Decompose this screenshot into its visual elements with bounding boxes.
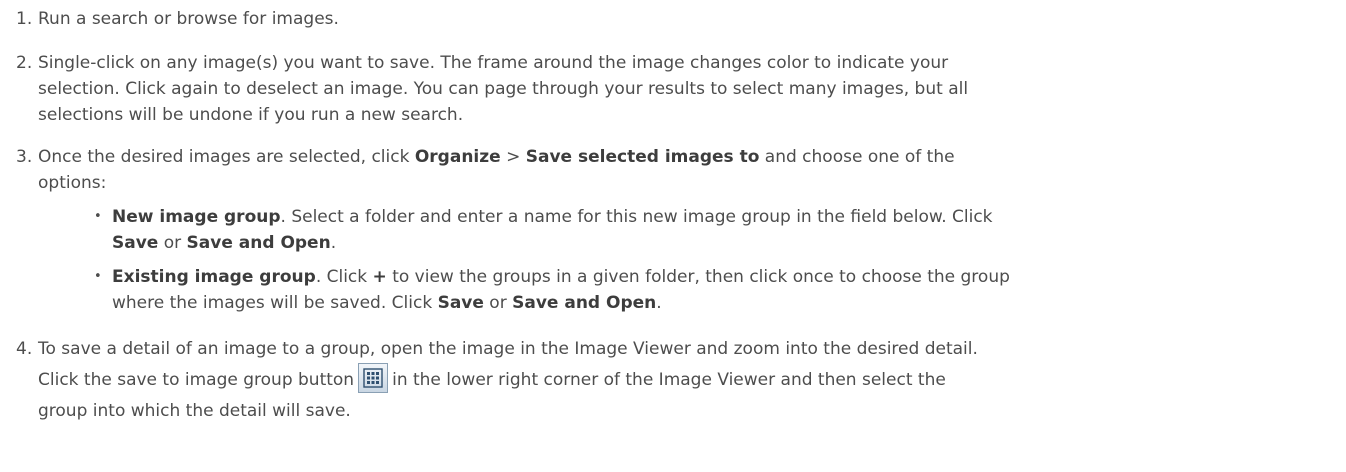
text: . bbox=[656, 293, 662, 313]
bullet-line: Save or Save and Open. bbox=[112, 230, 1332, 256]
option-label: Existing image group bbox=[112, 267, 316, 287]
step-line: selection. Click again to deselect an im… bbox=[38, 79, 969, 99]
save-label: Save bbox=[112, 233, 159, 253]
step-text: Run a search or browse for images. bbox=[38, 6, 1338, 32]
step-line: group into which the detail will save. bbox=[38, 401, 351, 421]
step-number: 3. bbox=[16, 147, 33, 167]
step-number: 4. bbox=[16, 339, 33, 359]
bullet-line: New image group. Select a folder and ent… bbox=[112, 204, 1332, 230]
step-line: Click the save to image group button in … bbox=[38, 362, 1338, 398]
step-line: selections will be undone if you run a n… bbox=[38, 105, 464, 125]
bullet-icon: • bbox=[94, 209, 102, 224]
bullet-text: Existing image group. Click + to view th… bbox=[112, 264, 1332, 316]
grid-icon bbox=[358, 363, 389, 393]
save-label: Save bbox=[437, 293, 484, 313]
text: and choose one of the bbox=[759, 147, 955, 167]
step-line: options: bbox=[38, 173, 107, 193]
text: to view the groups in a given folder, th… bbox=[386, 267, 1010, 287]
step-line: To save a detail of an image to a group,… bbox=[38, 339, 978, 359]
text: Once the desired images are selected, cl… bbox=[38, 147, 415, 167]
step-text: To save a detail of an image to a group,… bbox=[38, 336, 1338, 424]
bullet-icon: • bbox=[94, 269, 102, 284]
save-open-label: Save and Open bbox=[512, 293, 657, 313]
text: . Select a folder and enter a name for t… bbox=[280, 207, 993, 227]
step-number: 2. bbox=[16, 53, 33, 73]
step-line: Run a search or browse for images. bbox=[38, 9, 339, 29]
option-label: New image group bbox=[112, 207, 281, 227]
text: or bbox=[158, 233, 187, 253]
step-text: Once the desired images are selected, cl… bbox=[38, 144, 1338, 196]
step-line: Single-click on any image(s) you want to… bbox=[38, 53, 949, 73]
bullet-line: Existing image group. Click + to view th… bbox=[112, 264, 1332, 290]
step-line: Once the desired images are selected, cl… bbox=[38, 144, 1338, 170]
text: > bbox=[500, 147, 526, 167]
text: or bbox=[483, 293, 513, 313]
save-open-label: Save and Open bbox=[186, 233, 331, 253]
step-text: Single-click on any image(s) you want to… bbox=[38, 50, 1338, 128]
step-number: 1. bbox=[16, 9, 33, 29]
text: Click the save to image group button bbox=[38, 370, 355, 390]
menu-save-selected: Save selected images to bbox=[525, 147, 760, 167]
text: . bbox=[330, 233, 337, 253]
menu-organize: Organize bbox=[414, 147, 501, 167]
help-instructions: 1. Run a search or browse for images. 2.… bbox=[0, 0, 1346, 472]
text: where the images will be saved. Click bbox=[112, 293, 438, 313]
plus-icon: + bbox=[372, 267, 387, 287]
bullet-line: where the images will be saved. Click Sa… bbox=[112, 290, 1332, 316]
bullet-text: New image group. Select a folder and ent… bbox=[112, 204, 1332, 256]
text: . Click bbox=[315, 267, 373, 287]
text: in the lower right corner of the Image V… bbox=[392, 370, 946, 390]
